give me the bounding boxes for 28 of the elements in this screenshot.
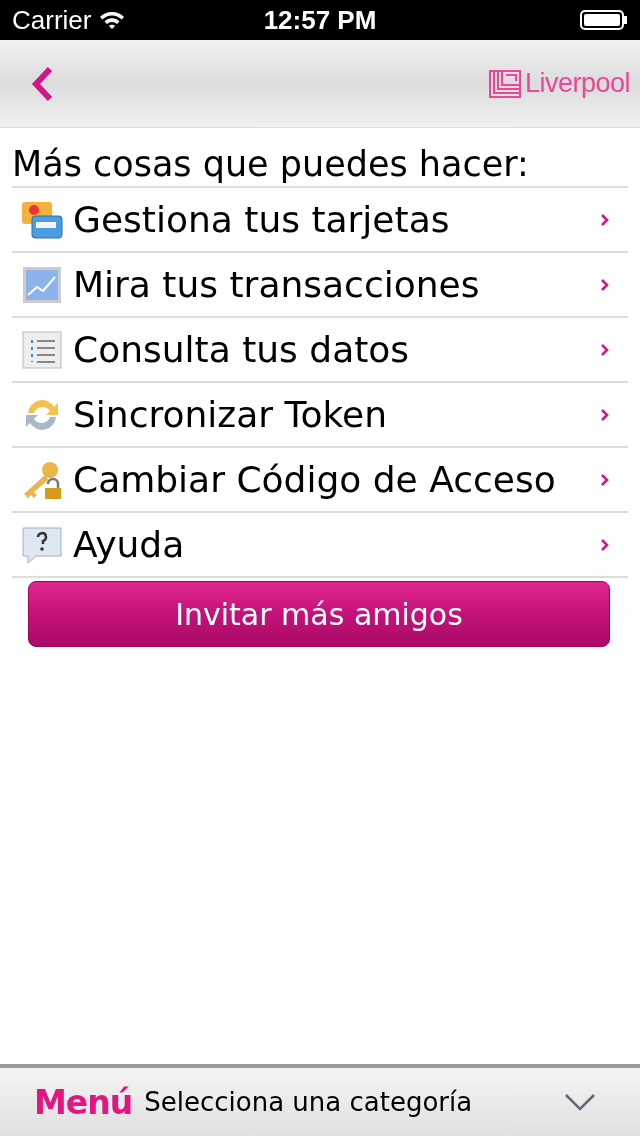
menu-item[interactable]: Mira tus transacciones bbox=[12, 253, 628, 318]
logo-text: Liverpool bbox=[524, 68, 630, 99]
clock-time: 12:57 PM bbox=[263, 4, 377, 35]
menu-item[interactable]: Gestiona tus tarjetas bbox=[12, 188, 628, 253]
menu-item[interactable]: Ayuda bbox=[12, 513, 628, 578]
chevron-icon bbox=[600, 212, 610, 227]
menu-item[interactable]: Sincronizar Token bbox=[12, 383, 628, 448]
credit-cards-icon bbox=[20, 199, 64, 240]
chevron-icon bbox=[600, 407, 610, 422]
section-heading: Más cosas que puedes hacer: bbox=[12, 142, 628, 188]
chevron-icon bbox=[600, 537, 610, 552]
line-chart-icon bbox=[20, 264, 64, 305]
invite-button[interactable]: Invitar más amigos bbox=[28, 581, 610, 647]
menu-title[interactable]: Menú bbox=[34, 1082, 133, 1122]
logo-icon bbox=[488, 69, 521, 98]
chevron-down-icon[interactable] bbox=[564, 1093, 596, 1111]
chevron-icon bbox=[600, 342, 610, 357]
menu-item[interactable]: Consulta tus datos bbox=[12, 318, 628, 383]
battery-icon bbox=[580, 10, 628, 30]
chevron-icon bbox=[600, 472, 610, 487]
wifi-icon bbox=[99, 10, 126, 30]
category-prompt[interactable]: Selecciona una categoría bbox=[144, 1087, 552, 1117]
list-icon bbox=[20, 329, 64, 370]
chevron-icon bbox=[600, 277, 610, 292]
back-icon[interactable] bbox=[30, 65, 54, 102]
help-bubble-icon bbox=[20, 524, 64, 565]
menu-item[interactable]: Cambiar Código de Acceso bbox=[12, 448, 628, 513]
carrier-name: Carrier bbox=[12, 4, 92, 36]
